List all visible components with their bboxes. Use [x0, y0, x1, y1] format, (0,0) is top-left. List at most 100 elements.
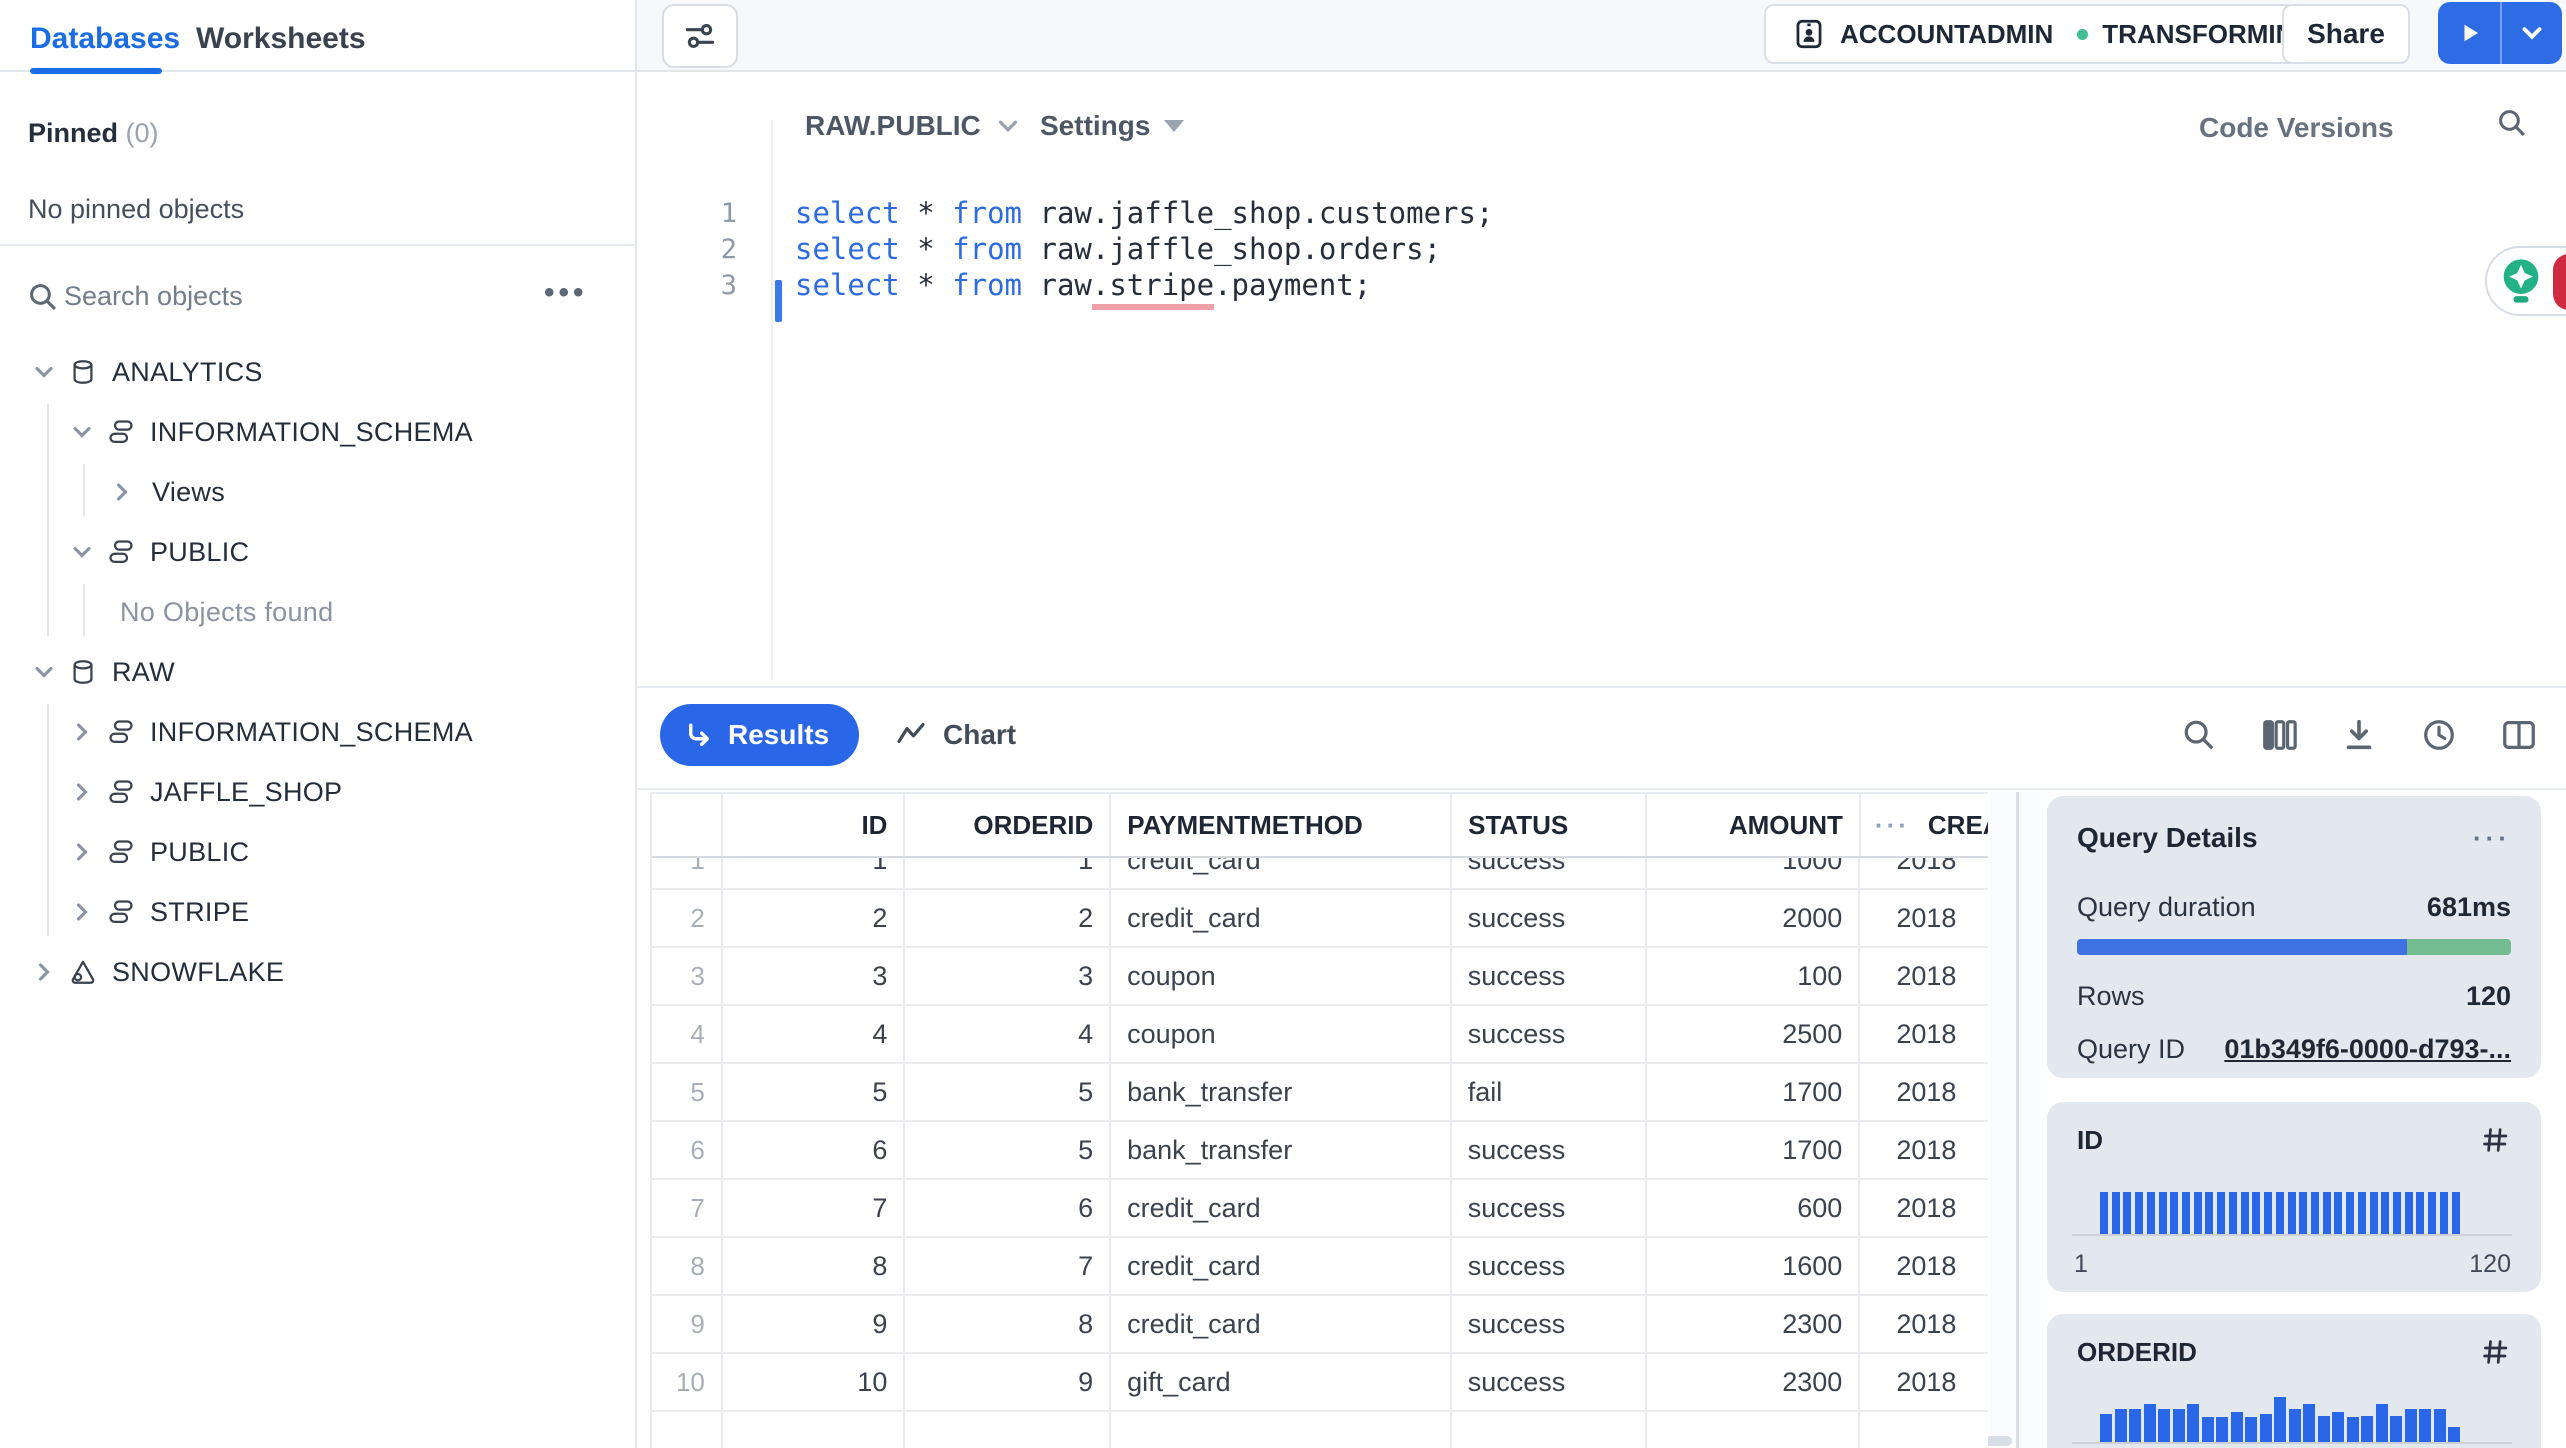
table-body[interactable]: 1 1 1 credit_card success 1000 2018 2 2 2 credit_… — [652, 858, 1988, 1448]
query-details-menu-icon[interactable]: ··· — [2473, 823, 2511, 854]
row-number: 6 — [652, 1122, 723, 1178]
histogram-bar — [2158, 1192, 2167, 1234]
tree-item-stripe[interactable]: STRIPE — [0, 882, 620, 942]
column-menu-icon[interactable]: ··· — [1875, 810, 1910, 841]
settings-selector[interactable]: Settings — [1040, 110, 1185, 142]
tree-item-snowflake[interactable]: SNOWFLAKE — [0, 942, 620, 1002]
application-database-icon — [68, 957, 98, 987]
chevron-down-icon — [993, 111, 1023, 141]
column-header-orderid[interactable]: ORDERID — [905, 794, 1112, 856]
run-button[interactable] — [2438, 2, 2500, 64]
column-header-amount[interactable]: AMOUNT — [1647, 794, 1861, 856]
code-line-2[interactable]: select * from raw.jaffle_shop.orders; — [795, 232, 1441, 266]
tab-results[interactable]: Results — [660, 704, 860, 766]
table-row[interactable]: 8 8 7 credit_card success 1600 2018 — [652, 1238, 1988, 1296]
search-input[interactable] — [64, 274, 484, 318]
chevron-down-icon[interactable] — [68, 538, 96, 566]
vertical-scrollbar[interactable] — [2016, 792, 2019, 1448]
chevron-right-icon[interactable] — [68, 718, 96, 746]
run-options-button[interactable] — [2500, 2, 2562, 64]
sidebar-tabs: Databases Worksheets — [0, 0, 635, 74]
histogram-bar — [2334, 1192, 2343, 1234]
chevron-down-icon — [2517, 18, 2547, 48]
search-options-menu-icon[interactable]: ••• — [544, 276, 588, 310]
table-row[interactable]: 1 1 1 credit_card success 1000 2018 — [652, 858, 1988, 890]
column-header-id[interactable]: ID — [723, 794, 906, 856]
tree-item-views[interactable]: Views — [0, 462, 620, 522]
table-row[interactable]: 10 10 9 gift_card success 2300 2018 — [652, 1354, 1988, 1412]
histogram-bar — [2322, 1192, 2331, 1234]
role-warehouse-selector[interactable]: ACCOUNTADMIN TRANSFORMING — [1764, 4, 2343, 64]
columns-icon[interactable] — [2260, 716, 2298, 754]
cell: 2018 — [1896, 1018, 1957, 1049]
table-row[interactable]: 6 6 5 bank_transfer success 1700 2018 — [652, 1122, 1988, 1180]
cell: 2 — [723, 890, 906, 946]
table-row[interactable]: 3 3 3 coupon success 100 2018 — [652, 948, 1988, 1006]
no-pinned-objects-text: No pinned objects — [28, 194, 245, 224]
rows-label: Rows — [2077, 981, 2145, 1011]
worksheet-toolbar: ACCOUNTADMIN TRANSFORMING Share — [637, 0, 2566, 72]
tree-item-public-raw[interactable]: PUBLIC — [0, 822, 620, 882]
column-header[interactable] — [652, 794, 723, 856]
chevron-down-icon[interactable] — [68, 418, 96, 446]
table-row[interactable]: 7 7 6 credit_card success 600 2018 — [652, 1180, 1988, 1238]
error-count-badge: 1 — [2553, 254, 2566, 310]
tree-item-raw[interactable]: RAW — [0, 642, 620, 702]
chevron-down-icon[interactable] — [30, 358, 58, 386]
cell — [723, 1412, 906, 1448]
context-selector[interactable]: RAW.PUBLIC — [805, 110, 1023, 142]
tree-item-label: STRIPE — [150, 896, 250, 927]
column-header-created[interactable]: ··· CREATED — [1861, 794, 1988, 856]
search-results-icon[interactable] — [2180, 716, 2218, 754]
cell: coupon — [1111, 948, 1452, 1004]
code-line-3[interactable]: select * from raw.stripe.payment; — [795, 268, 1371, 310]
tab-chart[interactable]: Chart — [895, 704, 1016, 766]
chevron-right-icon[interactable] — [108, 478, 136, 506]
share-button[interactable]: Share — [2282, 4, 2410, 64]
cell: 4 — [905, 1006, 1112, 1062]
table-row[interactable]: 2 2 2 credit_card success 2000 2018 — [652, 890, 1988, 948]
chevron-right-icon[interactable] — [68, 838, 96, 866]
chevron-right-icon[interactable] — [68, 778, 96, 806]
code-line-1[interactable]: select * from raw.jaffle_shop.customers; — [795, 196, 1493, 230]
table-row[interactable]: 4 4 4 coupon success 2500 2018 — [652, 1006, 1988, 1064]
chevron-down-icon[interactable] — [30, 658, 58, 686]
cell — [1111, 1412, 1452, 1448]
column-header-status[interactable]: STATUS — [1452, 794, 1648, 856]
tree-item-jaffle-shop[interactable]: JAFFLE_SHOP — [0, 762, 620, 822]
worksheet-options-button[interactable] — [662, 4, 738, 68]
table-row-partial[interactable] — [652, 1412, 1988, 1448]
tab-databases[interactable]: Databases — [30, 22, 180, 56]
tab-worksheets[interactable]: Worksheets — [196, 22, 366, 56]
tree-item-information-schema-raw[interactable]: INFORMATION_SCHEMA — [0, 702, 620, 762]
vertical-scrollbar-track[interactable] — [1990, 792, 2040, 1448]
query-id-link[interactable]: 01b349f6-0000-d793-... — [2224, 1034, 2511, 1065]
sql-editor[interactable]: RAW.PUBLIC Settings Code Versions 1 2 3 … — [637, 74, 2566, 686]
split-panel-icon[interactable] — [2500, 716, 2538, 754]
code-versions-link[interactable]: Code Versions — [2199, 112, 2394, 144]
tree-item-label: INFORMATION_SCHEMA — [150, 416, 473, 447]
history-clock-icon[interactable] — [2420, 716, 2458, 754]
numeric-hash-icon[interactable] — [2479, 1124, 2511, 1156]
table-row[interactable]: 5 5 5 bank_transfer fail 1700 2018 — [652, 1064, 1988, 1122]
chevron-right-icon[interactable] — [30, 958, 58, 986]
histogram-bar — [2187, 1404, 2199, 1442]
histogram-bar — [2390, 1416, 2402, 1442]
editor-search-icon[interactable] — [2495, 106, 2529, 140]
tree-item-analytics[interactable]: ANALYTICS — [0, 342, 620, 402]
sql-error-token: .stripe — [1091, 268, 1215, 310]
row-number — [652, 1412, 723, 1448]
suggestions-widget[interactable]: 1 — [2485, 246, 2566, 316]
chevron-right-icon[interactable] — [68, 898, 96, 926]
cell: 1700 — [1647, 1064, 1861, 1120]
download-icon[interactable] — [2340, 716, 2378, 754]
table-row[interactable]: 9 9 8 credit_card success 2300 2018 — [652, 1296, 1988, 1354]
column-header-paymentmethod[interactable]: PAYMENTMETHOD — [1111, 794, 1453, 856]
divider — [0, 244, 635, 246]
sql-operator: * — [917, 268, 935, 302]
histogram-bar — [2111, 1192, 2120, 1234]
tree-item-public-analytics[interactable]: PUBLIC — [0, 522, 620, 582]
tree-item-information-schema[interactable]: INFORMATION_SCHEMA — [0, 402, 620, 462]
numeric-hash-icon[interactable] — [2479, 1336, 2511, 1368]
orderid-card-title: ORDERID — [2077, 1336, 2197, 1367]
